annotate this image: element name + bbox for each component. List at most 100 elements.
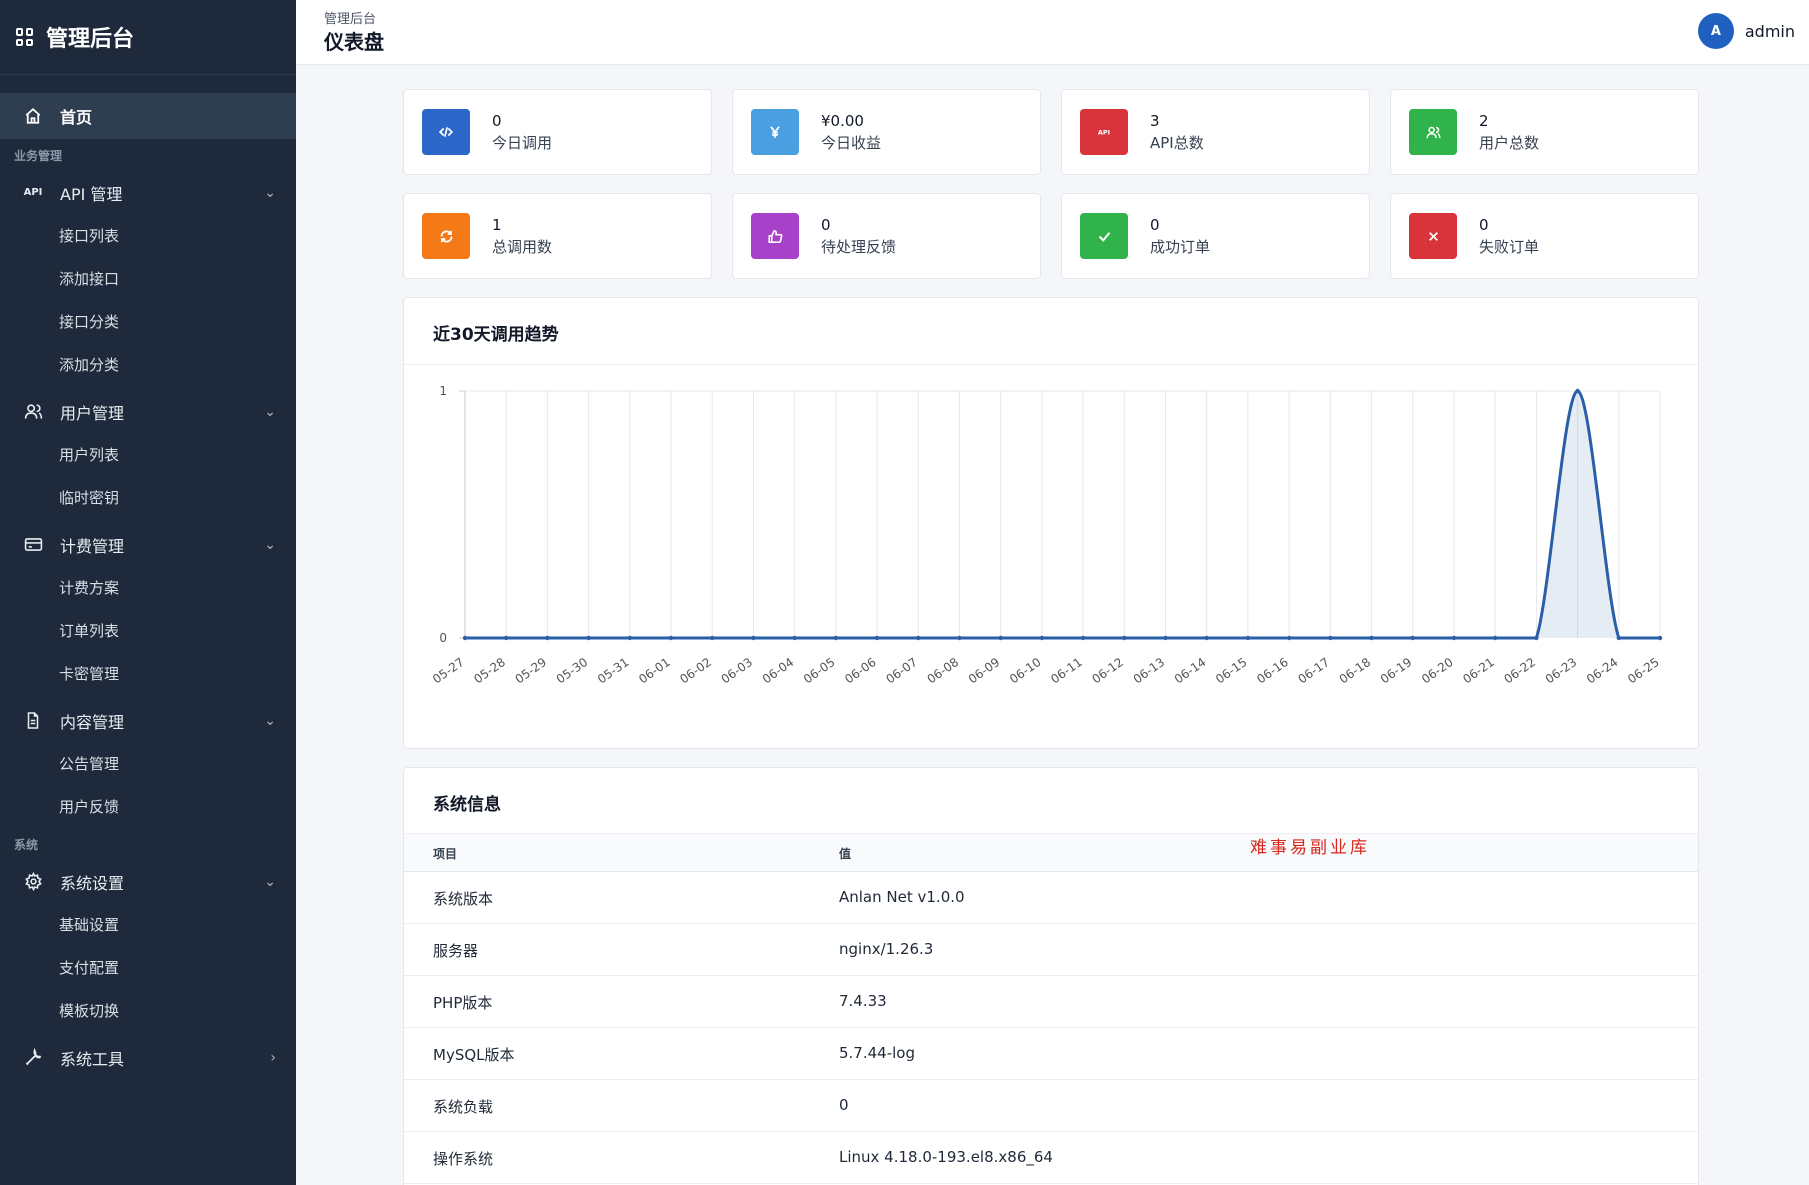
stat-text: ¥0.00 今日收益	[821, 110, 881, 154]
chevron-down-icon: ⌄	[264, 873, 276, 890]
x-tick-label: 06-13	[1131, 655, 1168, 686]
stat-card: ¥0.00 今日收益	[732, 89, 1041, 175]
avatar[interactable]: A	[1697, 13, 1734, 49]
sidebar-item-label: 首页	[60, 108, 93, 127]
sidebar-item-template-switch[interactable]: 模板切换	[0, 989, 296, 1032]
close-icon	[1409, 213, 1457, 259]
thumbs-up-icon	[751, 213, 799, 259]
data-point	[1245, 635, 1251, 641]
sidebar-section-system: 系统	[14, 837, 39, 852]
top-header: 管理后台 仪表盘 A admin	[296, 0, 1809, 65]
chevron-down-icon: ⌄	[264, 403, 276, 420]
gear-icon	[22, 871, 44, 893]
stat-label: 今日收益	[821, 134, 882, 152]
data-point	[1657, 635, 1663, 641]
system-info-title: 系统信息	[404, 768, 1698, 834]
stat-text: 0 待处理反馈	[821, 214, 896, 258]
stat-text: 2 用户总数	[1479, 110, 1539, 154]
series-area	[465, 391, 1660, 638]
x-tick-label: 06-17	[1295, 655, 1332, 686]
sidebar-item-user-management[interactable]: 用户管理 ⌄	[0, 390, 296, 433]
chart-title: 近30天调用趋势	[404, 298, 1698, 365]
brand-title: 管理后台	[46, 27, 135, 52]
x-tick-label: 06-24	[1584, 655, 1621, 686]
row-item: 操作系统	[433, 1150, 494, 1168]
x-tick-label: 05-28	[471, 655, 508, 686]
sidebar-item-api-list[interactable]: 接口列表	[0, 214, 296, 257]
svg-text:API: API	[1098, 129, 1110, 137]
table-row: PHP版本 7.4.33	[404, 976, 1698, 1028]
data-point	[792, 635, 797, 641]
column-header-value: 值	[839, 847, 852, 861]
sidebar-item-temp-keys[interactable]: 临时密钥	[0, 476, 296, 519]
sidebar-item-home[interactable]: 首页	[0, 93, 296, 139]
breadcrumb[interactable]: 管理后台	[324, 8, 376, 27]
x-tick-label: 06-04	[760, 655, 797, 686]
row-item: MySQL版本	[433, 1046, 515, 1064]
sidebar-item-user-feedback[interactable]: 用户反馈	[0, 785, 296, 828]
data-point	[1080, 635, 1086, 641]
sidebar-item-api-management[interactable]: API API 管理 ⌄	[0, 171, 296, 214]
data-point	[1039, 635, 1045, 641]
username[interactable]: admin	[1745, 22, 1795, 41]
x-tick-label: 05-31	[595, 655, 632, 686]
api-icon: API	[1080, 109, 1128, 155]
data-point	[998, 635, 1003, 641]
sidebar-item-api-category[interactable]: 接口分类	[0, 300, 296, 343]
sidebar-item-announcements[interactable]: 公告管理	[0, 742, 296, 785]
sidebar-item-billing-management[interactable]: 计费管理 ⌄	[0, 523, 296, 566]
data-point	[1410, 635, 1415, 641]
stat-label: 成功订单	[1150, 238, 1211, 256]
data-point	[1534, 635, 1539, 641]
stat-label: 今日调用	[492, 134, 553, 152]
sidebar-item-order-list[interactable]: 订单列表	[0, 609, 296, 652]
user-menu[interactable]: A admin	[1697, 13, 1795, 49]
sidebar-item-system-settings[interactable]: 系统设置 ⌄	[0, 860, 296, 903]
sidebar-item-payment-config[interactable]: 支付配置	[0, 946, 296, 989]
y-tick-label: 0	[439, 631, 447, 645]
stat-label: 用户总数	[1479, 134, 1540, 152]
stat-card: 1 总调用数	[403, 193, 712, 279]
sidebar-item-label: 内容管理	[60, 712, 125, 732]
stat-value: ¥0.00	[821, 112, 864, 130]
data-point	[1451, 635, 1457, 641]
sidebar-item-add-category[interactable]: 添加分类	[0, 343, 296, 386]
sidebar-item-add-api[interactable]: 添加接口	[0, 257, 296, 300]
data-point	[1575, 388, 1580, 394]
stat-card: 0 失败订单	[1390, 193, 1699, 279]
sidebar-item-card-keys[interactable]: 卡密管理	[0, 652, 296, 695]
row-value: Linux 4.18.0-193.el8.x86_64	[839, 1148, 1053, 1166]
x-tick-label: 06-15	[1213, 655, 1250, 686]
sidebar-nav: 首页 业务管理 API API 管理 ⌄ 接口列表 添加接口 接口分类 添加分类…	[0, 75, 296, 1079]
y-tick-label: 1	[439, 384, 447, 398]
stat-value: 0	[1150, 216, 1160, 234]
row-item: PHP版本	[433, 994, 493, 1012]
brand[interactable]: 管理后台	[0, 0, 296, 75]
table-header: 项目 值	[404, 834, 1698, 872]
series-line	[465, 389, 1660, 640]
data-point	[627, 635, 633, 641]
x-tick-label: 06-14	[1172, 655, 1209, 686]
row-item: 服务器	[433, 942, 479, 960]
table-row: 系统负载 0	[404, 1080, 1698, 1132]
row-item: 系统版本	[433, 890, 494, 908]
sidebar-item-label: 系统设置	[60, 873, 125, 893]
chart-card: 近30天调用趋势 0 1 05-27 05-28 05-29 05-30 05-31 06-0…	[403, 297, 1699, 749]
users-icon	[22, 401, 44, 423]
sidebar-item-billing-plans[interactable]: 计费方案	[0, 566, 296, 609]
stat-label: 待处理反馈	[821, 238, 897, 256]
x-tick-label: 05-30	[554, 655, 591, 686]
data-point	[1492, 635, 1498, 641]
sidebar-item-system-tools[interactable]: 系统工具 ›	[0, 1036, 296, 1079]
stat-text: 3 API总数	[1150, 110, 1204, 154]
stat-card: API 3 API总数	[1061, 89, 1370, 175]
sidebar-item-basic-settings[interactable]: 基础设置	[0, 903, 296, 946]
chevron-down-icon: ⌄	[264, 536, 276, 553]
sidebar-item-content-management[interactable]: 内容管理 ⌄	[0, 699, 296, 742]
stat-text: 0 成功订单	[1150, 214, 1210, 258]
code-icon	[422, 109, 470, 155]
x-tick-label: 06-08	[925, 655, 962, 686]
sidebar-item-user-list[interactable]: 用户列表	[0, 433, 296, 476]
stat-label: 失败订单	[1479, 238, 1540, 256]
data-point	[462, 635, 468, 641]
